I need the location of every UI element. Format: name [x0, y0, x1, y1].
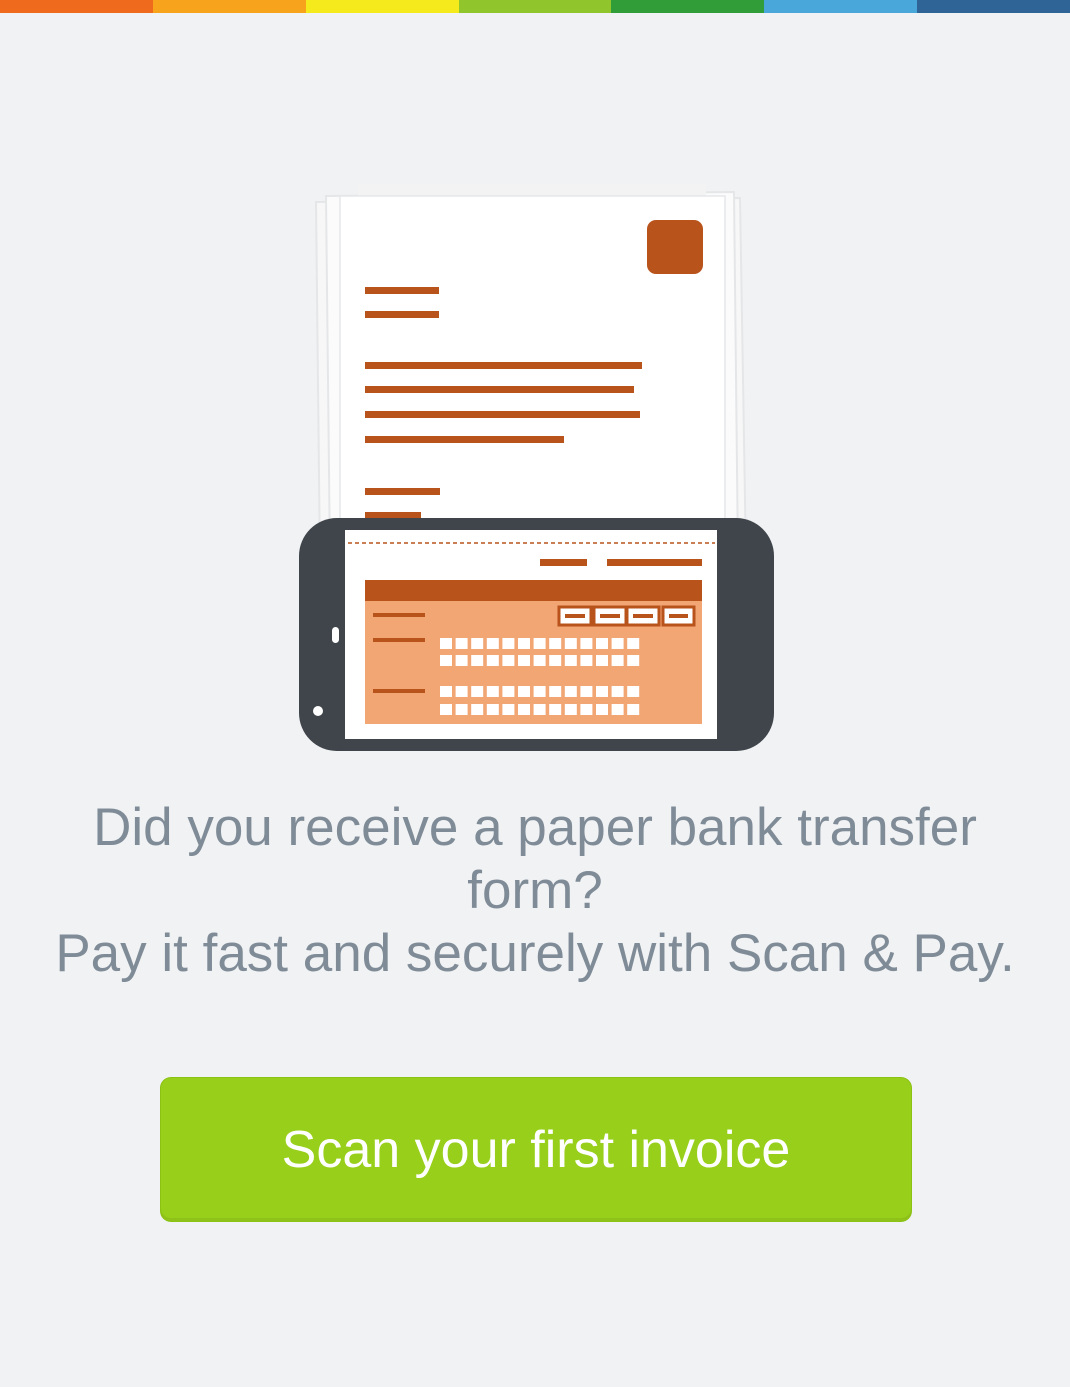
form-grid-cell: [486, 704, 499, 715]
form-grid-cell: [580, 704, 593, 715]
scan-and-pay-screen: Did you receive a paper bank transfer fo…: [0, 0, 1070, 1387]
form-grid-cell: [440, 704, 452, 715]
text-line: [365, 411, 640, 418]
form-grid-cell: [580, 686, 593, 697]
form-grid-cell: [627, 638, 640, 649]
form-grid-cell: [471, 655, 484, 666]
form-grid-cell: [549, 704, 562, 715]
form-grid-cell: [486, 686, 499, 697]
form-grid-cell: [611, 686, 624, 697]
text-line: [365, 386, 634, 393]
form-grid-cell: [627, 655, 640, 666]
scan-first-invoice-button[interactable]: Scan your first invoice: [161, 1078, 911, 1221]
form-grid-cell: [580, 638, 593, 649]
form-grid-cell: [502, 704, 515, 715]
scan-and-pay-message: Did you receive a paper bank transfer fo…: [20, 796, 1050, 985]
form-grid-cell: [549, 638, 562, 649]
form-grid-cell: [518, 638, 530, 649]
form-grid-cell: [518, 704, 530, 715]
form-grid-cell: [611, 655, 624, 666]
form-grid-cell: [564, 686, 577, 697]
form-grid-cell: [564, 638, 577, 649]
form-grid-cell: [564, 704, 577, 715]
form-grid-cell: [455, 686, 468, 697]
form-grid-cell: [440, 655, 452, 666]
stamp-mark: [647, 220, 703, 274]
text-line: [365, 311, 439, 318]
form-grid-cell: [502, 638, 515, 649]
text-line: [365, 362, 642, 369]
text-line: [365, 512, 421, 519]
form-grid-cell: [455, 704, 468, 715]
form-grid-cell: [596, 655, 608, 666]
form-grid-cell: [596, 686, 608, 697]
digit-box-mark: [565, 614, 585, 618]
form-grid-cell: [533, 655, 546, 666]
form-grid-cell: [471, 704, 484, 715]
text-line: [365, 436, 564, 443]
form-grid-cell: [533, 704, 546, 715]
form-grid-cell: [440, 638, 452, 649]
message-line: Pay it fast and securely with Scan & Pay…: [55, 924, 1015, 983]
form-grid-cell: [564, 655, 577, 666]
form-grid-cell: [596, 638, 608, 649]
form-grid-cell: [518, 655, 530, 666]
form-grid-cell: [533, 686, 546, 697]
form-grid-cell: [549, 686, 562, 697]
digit-box-mark: [669, 614, 688, 618]
form-grid-cell: [611, 638, 624, 649]
text-line: [365, 488, 440, 495]
text-line: [365, 287, 439, 294]
form-grid-cell: [596, 704, 608, 715]
form-grid-cell: [502, 686, 515, 697]
message-line: form?: [467, 861, 603, 920]
form-grid-cell: [627, 686, 640, 697]
form-grid-cell: [627, 704, 640, 715]
phone-illustration: [299, 518, 774, 751]
form-grid-cell: [611, 704, 624, 715]
form-grid-cell: [486, 655, 499, 666]
form-grid-cell: [533, 638, 546, 649]
form-grid-cell: [471, 686, 484, 697]
form-grid-cell: [455, 655, 468, 666]
form-grid-cell: [502, 655, 515, 666]
digit-box-mark: [633, 614, 653, 618]
form-grid-cell: [471, 638, 484, 649]
digit-box-mark: [600, 614, 620, 618]
form-grid-cell: [549, 655, 562, 666]
form-grid-cell: [518, 686, 530, 697]
message-line: Did you receive a paper bank transfer: [93, 798, 977, 857]
form-grid-cell: [486, 638, 499, 649]
form-grid-cell: [580, 655, 593, 666]
form-grid-cell: [440, 686, 452, 697]
form-grid-cell: [455, 638, 468, 649]
